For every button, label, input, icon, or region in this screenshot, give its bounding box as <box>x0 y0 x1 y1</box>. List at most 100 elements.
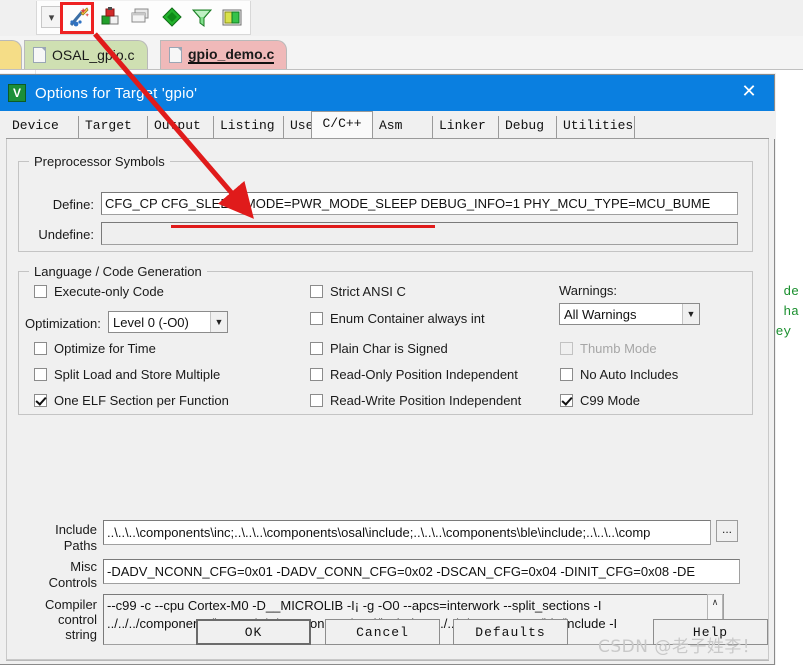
tab-asm[interactable]: Asm <box>373 116 433 138</box>
file-tab-gpio-demo[interactable]: gpio_demo.c <box>160 40 288 69</box>
button-row-divider <box>6 660 769 661</box>
checkbox-plain-char-is-signed[interactable]: Plain Char is Signed <box>310 341 448 356</box>
optimization-select[interactable]: Level 0 (-O0) ▼ <box>108 311 228 333</box>
checkbox-box <box>560 342 573 355</box>
compiler-string-label-line1: Compiler <box>44 597 97 612</box>
compiler-string-label-line3: string <box>65 627 97 642</box>
include-paths-label-line1: Include <box>55 522 97 537</box>
misc-controls-input[interactable]: -DADV_NCONN_CFG=0x01 -DADV_CONN_CFG=0x02… <box>103 559 740 584</box>
file-tab-0[interactable]: .c <box>0 40 22 69</box>
ide-toolbar: ▾ <box>0 0 803 36</box>
checkbox-box <box>560 394 573 407</box>
optimization-label: Optimization: <box>25 316 101 331</box>
file-tab-osal-gpio[interactable]: OSAL_gpio.c <box>24 40 148 69</box>
file-tab-label: OSAL_gpio.c <box>52 47 135 63</box>
toolbar-components-button[interactable] <box>158 4 185 30</box>
checkbox-box <box>34 394 47 407</box>
screenshot-root: n de g ha key ▾ <box>0 0 803 665</box>
optimization-value: Level 0 (-O0) <box>113 314 189 330</box>
checkbox-label: Enum Container always int <box>330 311 485 326</box>
checkbox-label: Read-Write Position Independent <box>330 393 522 408</box>
include-paths-browse-button[interactable]: ... <box>716 520 738 542</box>
toolbar-filter-button[interactable] <box>188 4 215 30</box>
include-paths-input[interactable]: ..\..\..\components\inc;..\..\..\compone… <box>103 520 711 545</box>
cancel-button[interactable]: Cancel <box>325 619 440 645</box>
checkbox-label: No Auto Includes <box>580 367 679 382</box>
editor-file-tabs: .c OSAL_gpio.c gpio_demo.c <box>0 36 803 70</box>
tab-device[interactable]: Device <box>6 116 79 138</box>
language-code-generation-legend: Language / Code Generation <box>29 264 207 279</box>
checkbox-label: Thumb Mode <box>580 341 657 356</box>
scroll-up-icon[interactable]: ∧ <box>712 597 719 608</box>
checkbox-label: Strict ANSI C <box>330 284 406 299</box>
dialog-title-bar: V Options for Target 'gpio' ✕ <box>0 75 774 111</box>
checkbox-read-only-position-independent[interactable]: Read-Only Position Independent <box>310 367 518 382</box>
tab-output[interactable]: Output <box>148 116 214 138</box>
checkbox-label: Plain Char is Signed <box>330 341 448 356</box>
warnings-select[interactable]: All Warnings ▼ <box>559 303 700 325</box>
checkbox-box <box>34 285 47 298</box>
warnings-value: All Warnings <box>564 306 637 322</box>
checkbox-box <box>34 368 47 381</box>
build-target-icon <box>101 7 118 25</box>
green-diamond-icon <box>161 7 182 27</box>
compiler-string-label-line2: control <box>57 612 97 627</box>
manage-windows-icon <box>131 8 148 23</box>
checkbox-read-write-position-independent[interactable]: Read-Write Position Independent <box>310 393 521 408</box>
checkbox-enum-container-always-int[interactable]: Enum Container always int <box>310 311 485 326</box>
checkbox-label: Read-Only Position Independent <box>330 367 518 382</box>
checkbox-box <box>310 394 323 407</box>
checkbox-box <box>34 342 47 355</box>
define-input[interactable]: CFG_CP CFG_SLEEP_MODE=PWR_MODE_SLEEP DEB… <box>101 192 738 215</box>
chevron-down-icon: ▼ <box>210 312 227 332</box>
warnings-label: Warnings: <box>559 283 618 298</box>
checkbox-box <box>310 368 323 381</box>
checkbox-box <box>310 285 323 298</box>
toolbar-books-button[interactable] <box>218 4 245 30</box>
file-icon <box>33 47 46 63</box>
include-paths-label-line2: Paths <box>63 538 97 553</box>
checkbox-label: Optimize for Time <box>54 341 156 356</box>
tab-target[interactable]: Target <box>79 116 148 138</box>
checkbox-thumb-mode: Thumb Mode <box>560 341 657 356</box>
checkbox-optimize-for-time[interactable]: Optimize for Time <box>34 341 156 356</box>
define-label: Define: <box>52 197 94 212</box>
checkbox-split-load-store-multiple[interactable]: Split Load and Store Multiple <box>34 367 220 382</box>
preprocessor-symbols-legend: Preprocessor Symbols <box>29 154 170 169</box>
checkbox-box <box>310 342 323 355</box>
checkbox-label: C99 Mode <box>580 393 640 408</box>
checkbox-box <box>560 368 573 381</box>
checkbox-execute-only-code[interactable]: Execute-only Code <box>34 284 164 299</box>
c-cpp-panel: Preprocessor Symbols Define: CFG_CP CFG_… <box>6 139 769 660</box>
chevron-down-icon: ▼ <box>682 304 699 324</box>
tab-c-cpp[interactable]: C/C++ <box>311 111 373 139</box>
keil-uvision-icon: V <box>8 84 26 102</box>
file-tab-label: gpio_demo.c <box>188 46 275 64</box>
tab-debug[interactable]: Debug <box>499 116 557 138</box>
toolbar-manage-windows-button[interactable] <box>126 4 153 30</box>
tab-listing[interactable]: Listing <box>214 116 284 138</box>
dialog-tab-bar: Device Target Output Listing User C/C++ … <box>0 111 775 139</box>
misc-controls-label-line1: Misc <box>70 559 97 574</box>
funnel-icon <box>191 9 212 27</box>
checkbox-label: One ELF Section per Function <box>54 393 229 408</box>
book-icon <box>222 9 241 26</box>
checkbox-c99-mode[interactable]: C99 Mode <box>560 393 640 408</box>
dialog-title: Options for Target 'gpio' <box>35 84 198 102</box>
defaults-button[interactable]: Defaults <box>453 619 568 645</box>
undefine-label: Undefine: <box>38 227 94 242</box>
checkbox-label: Execute-only Code <box>54 284 164 299</box>
toolbar-build-target-button[interactable] <box>96 4 123 30</box>
magic-wand-highlight-box <box>60 2 94 34</box>
checkbox-one-elf-section-per-function[interactable]: One ELF Section per Function <box>34 393 229 408</box>
options-for-target-dialog: V Options for Target 'gpio' ✕ Device Tar… <box>0 74 775 665</box>
misc-controls-label-line2: Controls <box>48 575 97 590</box>
checkbox-strict-ansi-c[interactable]: Strict ANSI C <box>310 284 406 299</box>
checkbox-label: Split Load and Store Multiple <box>54 367 221 382</box>
close-icon[interactable]: ✕ <box>738 82 760 104</box>
tab-linker[interactable]: Linker <box>433 116 499 138</box>
ok-button[interactable]: OK <box>196 619 311 645</box>
checkbox-no-auto-includes[interactable]: No Auto Includes <box>560 367 678 382</box>
define-red-underline-annotation <box>171 225 435 228</box>
tab-utilities[interactable]: Utilities <box>557 116 635 138</box>
